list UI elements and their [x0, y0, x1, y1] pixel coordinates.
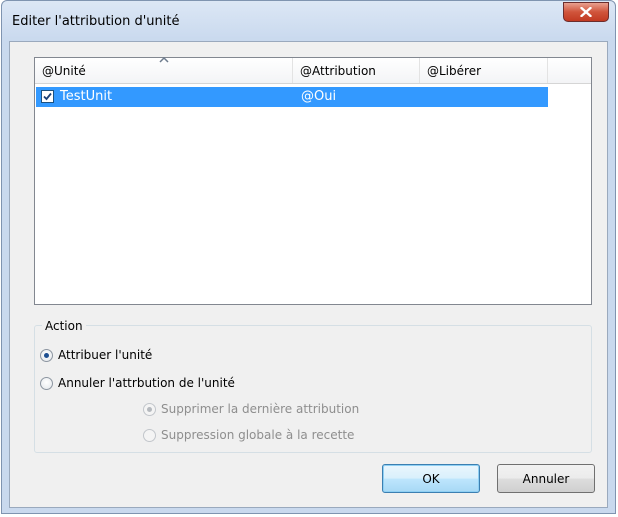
dialog-title: Editer l'attribution d'unité: [12, 14, 180, 29]
checkmark-icon: [43, 92, 52, 101]
close-button[interactable]: [563, 2, 609, 22]
dialog-client-area: @Unité @Attribution @Libérer TestUnit @O…: [9, 41, 608, 508]
radio-label: Supprimer la dernière attribution: [161, 402, 360, 416]
column-label: @Unité: [42, 64, 86, 78]
radio-button[interactable]: [143, 402, 156, 416]
list-header: @Unité @Attribution @Libérer: [35, 57, 591, 84]
row-attribution: @Oui: [301, 89, 337, 104]
radio-supprimer-derniere[interactable]: Supprimer la dernière attribution: [143, 402, 359, 416]
row-checkbox[interactable]: [41, 90, 54, 103]
ok-button[interactable]: OK: [382, 464, 480, 493]
cancel-button[interactable]: Annuler: [497, 464, 595, 493]
close-x-icon: [580, 7, 592, 17]
row-unit-name: TestUnit: [60, 89, 113, 104]
dialog-window: Editer l'attribution d'unité @Unité @Att…: [1, 0, 616, 514]
action-group-label: Action: [42, 319, 86, 333]
table-row[interactable]: TestUnit @Oui: [36, 87, 548, 107]
sort-ascending-icon: [159, 57, 169, 63]
column-label: @Libérer: [427, 64, 482, 78]
radio-annuler-attribution[interactable]: Annuler l'attrbution de l'unité: [40, 376, 235, 390]
radio-button[interactable]: [143, 428, 156, 442]
radio-label: Attribuer l'unité: [58, 348, 153, 362]
column-header-liberer[interactable]: @Libérer: [420, 58, 548, 83]
radio-suppression-globale[interactable]: Suppression globale à la recette: [143, 428, 354, 442]
radio-label: Annuler l'attrbution de l'unité: [58, 376, 235, 390]
title-bar[interactable]: Editer l'attribution d'unité: [2, 1, 615, 41]
radio-attribuer-unite[interactable]: Attribuer l'unité: [40, 348, 152, 362]
radio-button[interactable]: [40, 376, 53, 390]
radio-label: Suppression globale à la recette: [161, 428, 355, 442]
unit-list[interactable]: @Unité @Attribution @Libérer TestUnit @O…: [34, 57, 592, 305]
column-label: @Attribution: [300, 64, 376, 78]
column-header-unite[interactable]: @Unité: [35, 57, 293, 83]
column-header-attribution[interactable]: @Attribution: [293, 58, 420, 83]
radio-button[interactable]: [40, 348, 53, 362]
